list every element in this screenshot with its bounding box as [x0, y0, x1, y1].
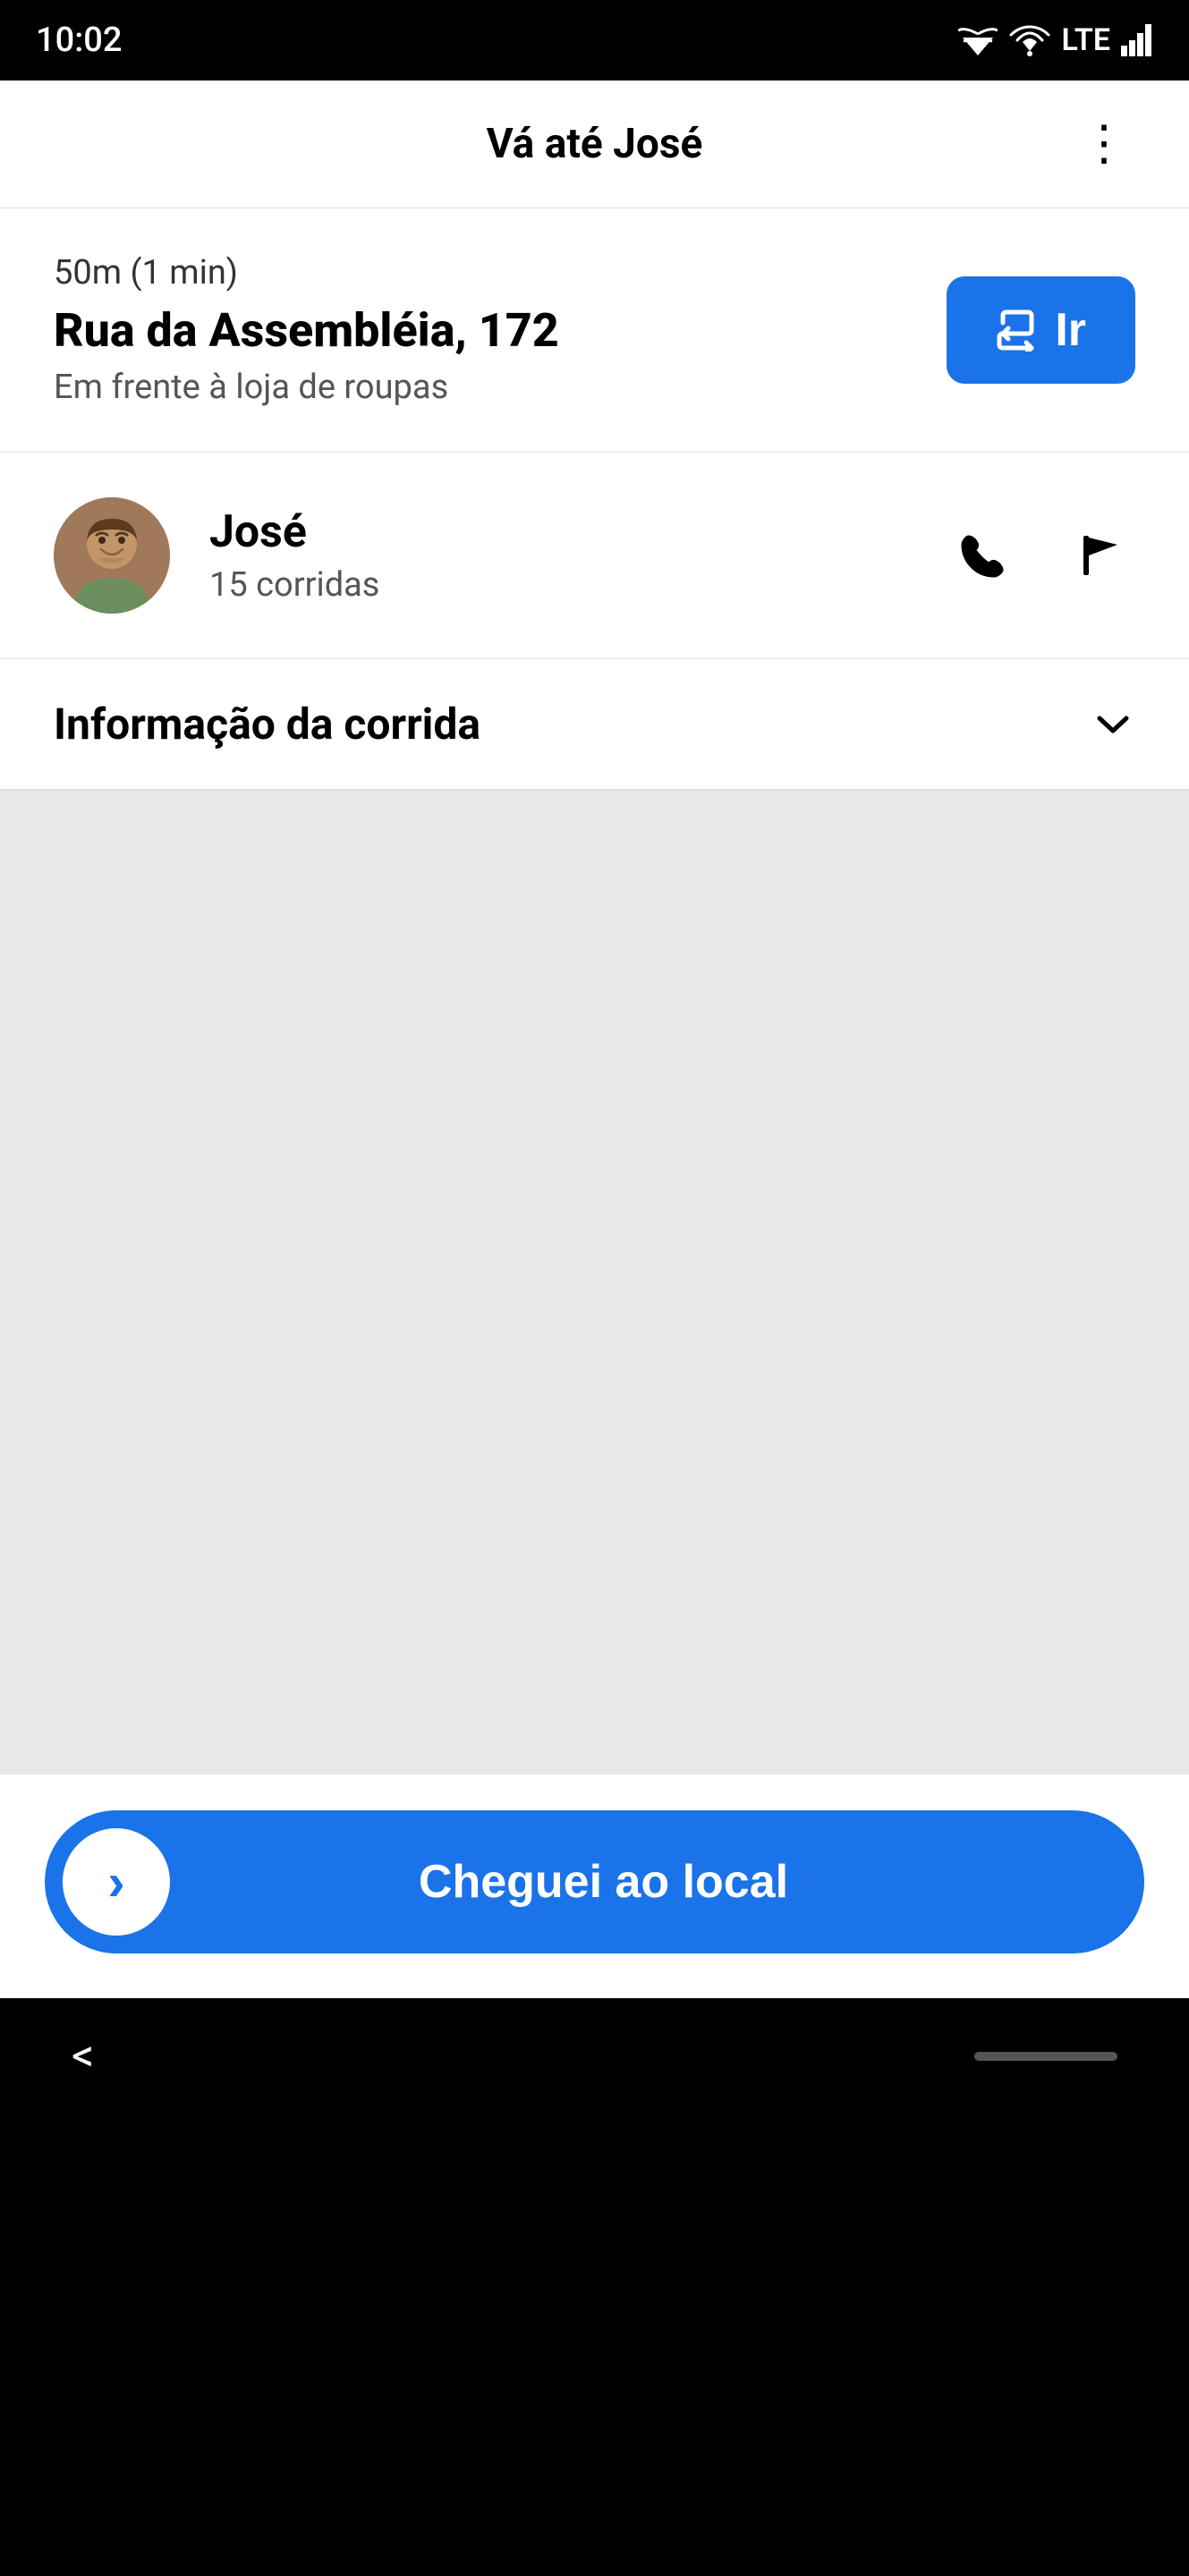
phone-icon	[956, 529, 1010, 582]
nav-bar: <	[0, 1998, 1189, 2114]
trip-info-section[interactable]: Informação da corrida	[0, 659, 1189, 791]
flag-button[interactable]	[1064, 520, 1135, 591]
address-section: 50m (1 min) Rua da Assembléia, 172 Em fr…	[0, 208, 1189, 453]
header: Vá até José ⋮	[0, 80, 1189, 208]
address-info: 50m (1 min) Rua da Assembléia, 172 Em fr…	[54, 253, 911, 407]
avatar	[54, 497, 170, 614]
rider-info: José 15 corridas	[209, 506, 947, 605]
avatar-image	[54, 497, 170, 614]
arrow-icon: ›	[107, 1852, 124, 1912]
wifi-signal-icon	[1008, 24, 1051, 56]
rider-name: José	[209, 506, 947, 558]
more-options-icon: ⋮	[1080, 120, 1126, 168]
signal-icon	[1121, 24, 1153, 56]
rider-trips: 15 corridas	[209, 565, 947, 605]
route-icon	[996, 309, 1039, 352]
call-button[interactable]	[947, 520, 1019, 591]
status-time: 10:02	[36, 21, 122, 60]
app-container: Vá até José ⋮ 50m (1 min) Rua da Assembl…	[0, 80, 1189, 1998]
arrived-button[interactable]: › Cheguei ao local	[45, 1810, 1144, 1953]
home-indicator	[974, 2052, 1117, 2061]
street-name: Rua da Assembléia, 172	[54, 303, 911, 359]
arrived-arrow-circle: ›	[63, 1828, 170, 1936]
bottom-area: › Cheguei ao local	[0, 1775, 1189, 1998]
chevron-down-icon	[1091, 702, 1135, 747]
go-button[interactable]: Ir	[947, 276, 1135, 384]
status-bar: 10:02 LTE	[0, 0, 1189, 80]
page-title: Vá até José	[487, 120, 703, 168]
trip-info-label: Informação da corrida	[54, 699, 480, 750]
menu-button[interactable]: ⋮	[1071, 111, 1135, 177]
distance-time: 50m (1 min)	[54, 253, 911, 292]
wifi-icon	[958, 25, 998, 55]
flag-icon	[1073, 529, 1126, 582]
back-button[interactable]: <	[72, 2030, 94, 2082]
go-button-label: Ir	[1055, 303, 1086, 357]
lte-label: LTE	[1062, 22, 1111, 58]
map-area	[0, 791, 1189, 1775]
status-icons: LTE	[958, 22, 1154, 58]
rider-section: José 15 corridas	[0, 453, 1189, 659]
arrived-label: Cheguei ao local	[170, 1855, 1037, 1909]
rider-actions	[947, 520, 1135, 591]
location-hint: Em frente à loja de roupas	[54, 368, 911, 407]
